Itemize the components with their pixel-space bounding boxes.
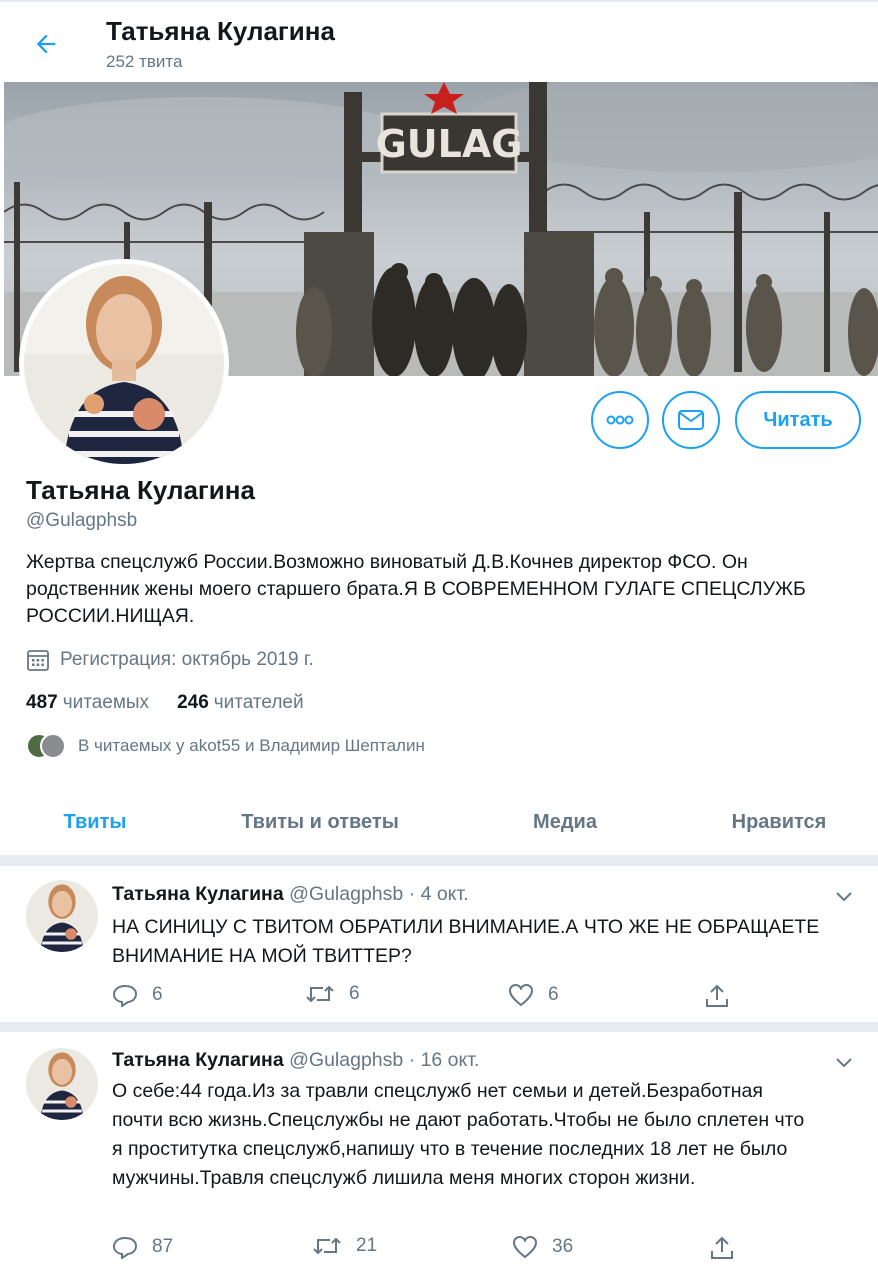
section-divider [0, 856, 878, 866]
avatar-image [24, 264, 224, 464]
tab-likes[interactable]: Нравится [680, 790, 878, 855]
tweet-header: Татьяна Кулагина @Gulagphsb · 16 окт. [112, 1049, 479, 1072]
retweet-button[interactable]: 6 [305, 983, 360, 1005]
reply-icon [112, 1236, 138, 1259]
more-icon [606, 415, 634, 425]
follow-stats: 487 читаемых 246 читателей [26, 692, 304, 714]
reply-count: 6 [152, 984, 163, 1005]
tweet-date[interactable]: · 4 окт. [409, 883, 469, 905]
follow-button[interactable]: Читать [735, 391, 861, 449]
tweet-text: О себе:44 года.Из за травли спецслужб не… [112, 1080, 805, 1189]
profile-handle: @Gulagphsb [26, 510, 138, 531]
message-icon [678, 410, 704, 430]
follower-avatar [40, 733, 66, 759]
profile-tabs: Твиты Твиты и ответы Медиа Нравится [0, 790, 878, 856]
tab-media[interactable]: Медиа [450, 790, 680, 855]
top-bar: Татьяна Кулагина 252 твита [0, 0, 878, 82]
more-options-button[interactable] [591, 391, 649, 449]
page-title: Татьяна Кулагина [106, 16, 335, 46]
following-label: читаемых [62, 692, 150, 713]
reply-button[interactable]: 87 [112, 1235, 173, 1259]
reply-count: 87 [152, 1236, 174, 1257]
followers-you-know[interactable]: В читаемых у akot55 и Владимир Шепталин [26, 733, 425, 759]
like-icon [508, 983, 534, 1007]
gulag-sign-text: GULAG [376, 122, 523, 166]
like-button[interactable]: 6 [508, 983, 559, 1007]
tweet-date[interactable]: · 16 окт. [409, 1049, 480, 1071]
reply-button[interactable]: 6 [112, 983, 163, 1007]
tweet-author-name[interactable]: Татьяна Кулагина [112, 883, 284, 905]
tweet-header: Татьяна Кулагина @Gulagphsb · 4 окт. [112, 883, 469, 906]
tweet-avatar[interactable] [26, 880, 98, 952]
section-divider [0, 1022, 878, 1032]
message-button[interactable] [662, 391, 720, 449]
profile-avatar[interactable] [19, 259, 229, 469]
retweet-button[interactable]: 21 [312, 1235, 377, 1257]
like-count: 36 [552, 1236, 574, 1257]
following-link[interactable]: 487 читаемых [26, 692, 149, 714]
tweet-author-handle[interactable]: @Gulagphsb [289, 883, 403, 905]
followers-count: 246 [177, 692, 209, 713]
share-icon[interactable] [710, 1235, 734, 1261]
chevron-down-icon[interactable] [832, 884, 856, 908]
profile-name: Татьяна Кулагина [26, 475, 255, 505]
tweet-text: НА СИНИЦУ С ТВИТОМ ОБРАТИЛИ ВНИМАНИЕ.А Ч… [112, 916, 820, 967]
join-date-text: Регистрация: октябрь 2019 г. [60, 649, 314, 670]
retweet-count: 6 [349, 983, 360, 1004]
tweet[interactable]: Татьяна Кулагина @Gulagphsb · 16 окт. О … [0, 1032, 878, 1280]
tweet-avatar[interactable] [26, 1048, 98, 1120]
followers-you-know-text: В читаемых у akot55 и Владимир Шепталин [78, 736, 425, 755]
join-date: Регистрация: октябрь 2019 г. [26, 648, 314, 672]
tweet-author-name[interactable]: Татьяна Кулагина [112, 1049, 284, 1071]
like-button[interactable]: 36 [512, 1235, 573, 1259]
profile-bio: Жертва спецслужб России.Возможно виноват… [26, 551, 806, 627]
tweet-author-handle[interactable]: @Gulagphsb [289, 1049, 403, 1071]
back-arrow-icon [36, 34, 56, 54]
tweet[interactable]: Татьяна Кулагина @Gulagphsb · 4 окт. НА … [0, 866, 878, 1022]
like-icon [512, 1235, 538, 1259]
following-count: 487 [26, 692, 58, 713]
followers-link[interactable]: 246 читателей [177, 692, 304, 714]
share-icon[interactable] [705, 983, 729, 1009]
tab-tweets-replies[interactable]: Твиты и ответы [190, 790, 450, 855]
reply-icon [112, 984, 138, 1007]
retweet-icon [306, 985, 334, 1003]
retweet-icon [313, 1237, 341, 1255]
retweet-count: 21 [356, 1235, 378, 1256]
calendar-icon [27, 650, 49, 671]
chevron-down-icon[interactable] [832, 1050, 856, 1074]
followers-label: читателей [213, 692, 304, 713]
like-count: 6 [548, 984, 559, 1005]
tab-tweets[interactable]: Твиты [0, 790, 190, 855]
tweet-count: 252 твита [106, 52, 183, 71]
back-button[interactable] [26, 24, 66, 64]
